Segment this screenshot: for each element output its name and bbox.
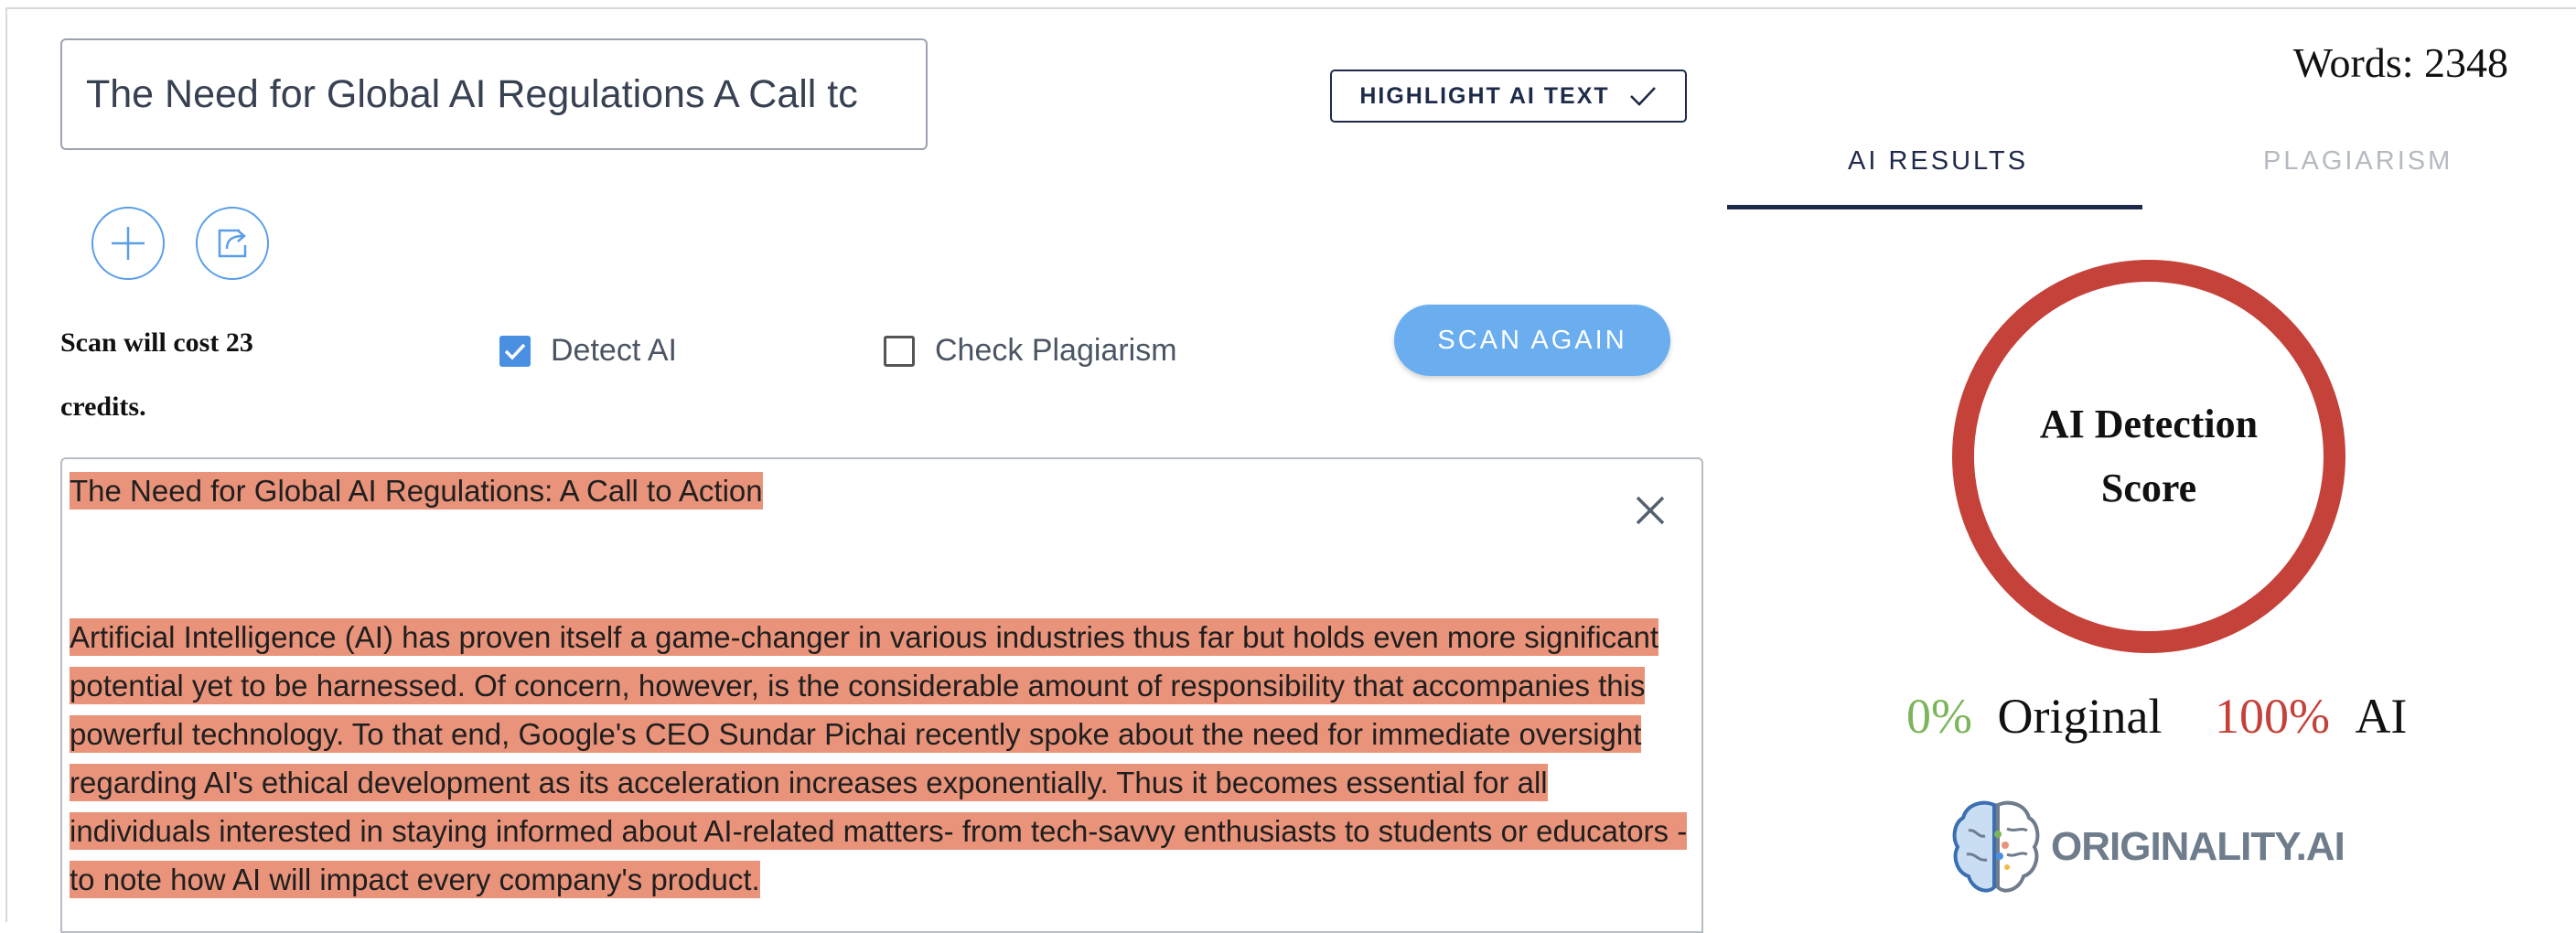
check-plagiarism-label: Check Plagiarism [935,333,1177,368]
document-title-input[interactable]: The Need for Global AI Regulations A Cal… [60,38,928,150]
ai-label: AI [2355,689,2408,744]
detect-ai-checkbox[interactable]: Detect AI [499,333,677,369]
share-icon [218,229,247,258]
highlight-ai-text-label: HIGHLIGHT AI TEXT [1359,82,1610,109]
scan-again-button[interactable]: SCAN AGAIN [1394,305,1670,376]
highlight-ai-text-button[interactable]: HIGHLIGHT AI TEXT [1330,70,1687,123]
brain-logo-icon [1952,800,2040,893]
tab-plagiarism[interactable]: PLAGIARISM [2263,146,2453,177]
plus-icon [112,227,145,260]
scan-cost-text: Scan will cost 23 credits. [60,327,253,422]
ai-detection-score-label: AI Detection Score [2039,402,2259,510]
document-body: Artificial Intelligence (AI) has proven … [70,613,1689,904]
highlighted-paragraph: Artificial Intelligence (AI) has proven … [70,618,1688,898]
check-plagiarism-checkbox[interactable]: Check Plagiarism [884,333,1177,369]
checkbox-empty-icon [884,335,915,367]
original-percentage: 0% [1906,689,1972,744]
logo-text: ORIGINALITY.AI [2051,824,2345,869]
share-button[interactable] [196,207,269,280]
document-text-area[interactable]: The Need for Global AI Regulations: A Ca… [60,457,1703,933]
document-heading: The Need for Global AI Regulations: A Ca… [70,470,763,512]
originality-logo: ORIGINALITY.AI [1950,798,2345,896]
detect-ai-label: Detect AI [551,333,677,368]
highlighted-heading: The Need for Global AI Regulations: A Ca… [70,472,763,509]
checkbox-checked-icon [499,335,531,367]
word-count: Words: 2348 [2292,39,2508,86]
check-icon [1629,87,1656,106]
close-icon[interactable] [1632,492,1669,529]
original-label: Original [1997,689,2163,744]
tab-ai-results[interactable]: AI RESULTS [1848,146,2028,177]
score-summary: 0% Original 100% AI [1906,688,2407,745]
ai-percentage: 100% [2214,689,2330,744]
ai-detection-score-ring: AI Detection Score [1952,260,2345,653]
active-tab-indicator [1727,205,2142,209]
add-document-button[interactable] [91,207,165,280]
